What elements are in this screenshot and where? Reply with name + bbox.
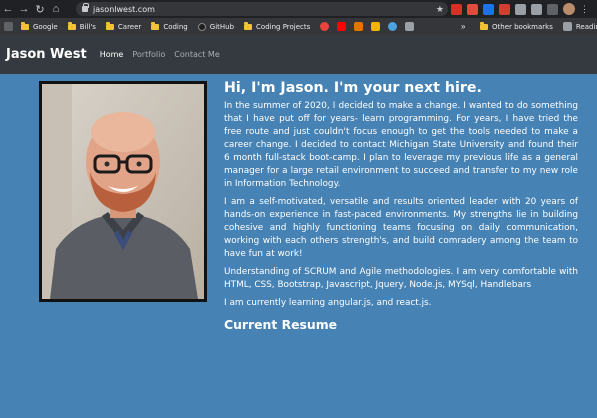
profile-avatar[interactable] bbox=[563, 3, 575, 15]
apps-icon[interactable] bbox=[4, 22, 13, 31]
url-text: jasonlwest.com bbox=[93, 4, 155, 14]
folder-icon bbox=[480, 21, 488, 30]
globe-icon[interactable] bbox=[388, 22, 398, 31]
star-icon[interactable]: ★ bbox=[436, 2, 444, 16]
bookmark-grid-icon[interactable] bbox=[405, 22, 415, 31]
github-icon bbox=[197, 22, 206, 31]
bookmark-github[interactable]: GitHub bbox=[197, 22, 234, 31]
folder-icon bbox=[151, 21, 160, 30]
nav-portfolio[interactable]: Portfolio bbox=[132, 50, 165, 59]
ext-red-icon[interactable] bbox=[451, 3, 462, 15]
ext-puzzle-icon[interactable] bbox=[531, 3, 542, 15]
ext-blue-icon[interactable] bbox=[483, 3, 494, 15]
ext-shortcut-icon[interactable] bbox=[467, 3, 478, 15]
lock-icon bbox=[82, 3, 89, 12]
bookmark-red-icon[interactable] bbox=[320, 22, 330, 31]
bookmark-chart-icon[interactable] bbox=[371, 22, 381, 31]
intro-paragraph: In the summer of 2020, I decided to make… bbox=[224, 101, 578, 189]
profile-photo bbox=[39, 81, 207, 302]
ext-camera-icon[interactable] bbox=[515, 3, 526, 15]
bookmark-google[interactable]: Google bbox=[21, 21, 58, 31]
nav-contact[interactable]: Contact Me bbox=[174, 50, 220, 59]
bookmarks-bar: Google Bill's Career Coding GitHub Codin… bbox=[0, 18, 597, 35]
strengths-paragraph: I am a self-motivated, versatile and res… bbox=[224, 197, 578, 259]
nav-home[interactable]: Home bbox=[100, 50, 124, 59]
page-headline: Hi, I'm Jason. I'm your next hire. bbox=[224, 80, 482, 96]
bookmark-career[interactable]: Career bbox=[105, 21, 141, 31]
bookmark-other[interactable]: Other bookmarks bbox=[480, 21, 553, 31]
home-icon[interactable]: ⌂ bbox=[48, 0, 64, 18]
folder-icon bbox=[67, 21, 76, 30]
ext-video-icon[interactable] bbox=[499, 3, 510, 15]
reading-list[interactable]: Readin bbox=[562, 22, 597, 31]
reading-list-icon bbox=[562, 22, 572, 31]
folder-icon bbox=[21, 21, 29, 30]
site-navbar: Jason West Home Portfolio Contact Me bbox=[0, 35, 597, 74]
bookmark-orange-icon[interactable] bbox=[354, 22, 364, 31]
ext-tab-icon[interactable] bbox=[547, 3, 558, 15]
extensions-row: ⋮ bbox=[451, 3, 589, 15]
bookmark-coding[interactable]: Coding bbox=[151, 21, 188, 31]
back-icon[interactable]: ← bbox=[0, 0, 16, 18]
bookmark-coding-projects[interactable]: Coding Projects bbox=[244, 21, 310, 31]
forward-icon[interactable]: → bbox=[16, 0, 32, 18]
address-input[interactable]: jasonlwest.com ★ bbox=[76, 2, 448, 16]
browser-toolbar: ← → ↻ ⌂ jasonlwest.com ★ ⋮ bbox=[0, 0, 597, 18]
profile-photo-illustration bbox=[42, 84, 204, 299]
reload-icon[interactable]: ↻ bbox=[32, 0, 48, 18]
bookmark-bills[interactable]: Bill's bbox=[67, 21, 96, 31]
skills-paragraph: Understanding of SCRUM and Agile methodo… bbox=[224, 267, 578, 290]
resume-heading: Current Resume bbox=[224, 317, 338, 332]
main-content: Hi, I'm Jason. I'm your next hire. In th… bbox=[224, 79, 578, 332]
menu-icon[interactable]: ⋮ bbox=[580, 3, 589, 15]
learning-paragraph: I am currently learning angular.js, and … bbox=[224, 298, 432, 308]
site-brand[interactable]: Jason West bbox=[6, 47, 87, 62]
bookmarks-overflow-icon[interactable]: » bbox=[461, 22, 465, 31]
folder-icon bbox=[244, 21, 253, 30]
youtube-icon[interactable] bbox=[337, 22, 347, 31]
folder-icon bbox=[105, 21, 114, 30]
